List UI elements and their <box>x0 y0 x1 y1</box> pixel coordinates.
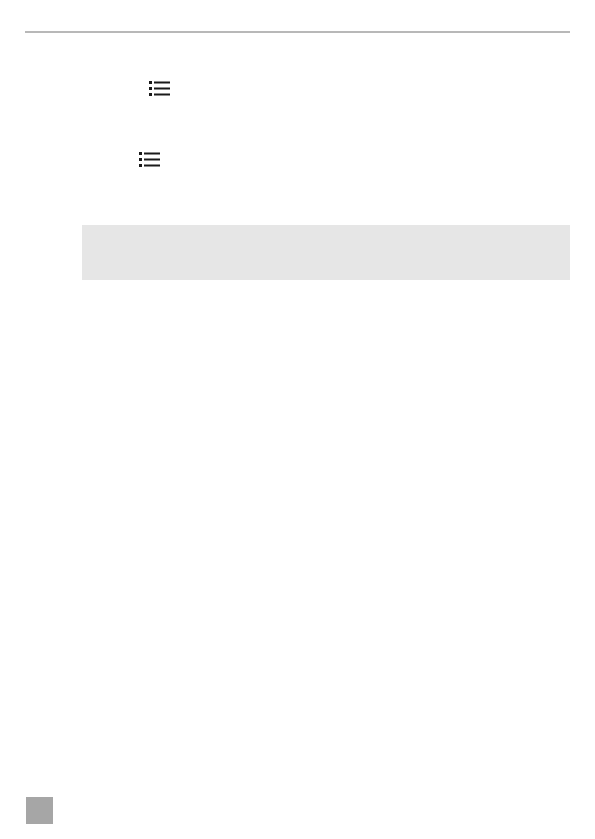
note-box <box>82 225 570 280</box>
list-icon <box>139 152 160 167</box>
list-icon <box>149 81 170 96</box>
header-rule <box>25 31 570 33</box>
page-marker <box>26 797 53 824</box>
